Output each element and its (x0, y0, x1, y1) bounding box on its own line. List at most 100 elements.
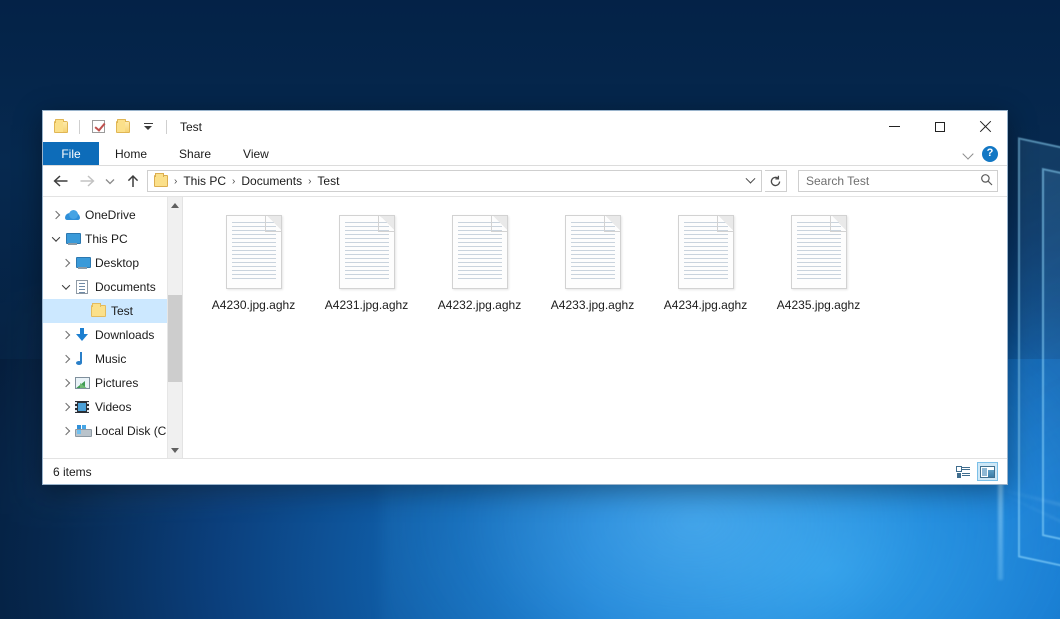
item-count-label: 6 items (53, 465, 92, 479)
list-item[interactable]: A4230.jpg.aghz (197, 211, 310, 337)
list-item[interactable]: A4233.jpg.aghz (536, 211, 649, 337)
title-bar: Test (43, 111, 1007, 142)
sidebar-item-label: Music (95, 352, 126, 366)
sidebar-item-label: Downloads (95, 328, 154, 342)
breadcrumb-item-documents[interactable]: Documents (237, 172, 306, 190)
file-name-label: A4233.jpg.aghz (551, 298, 634, 312)
expander-icon[interactable] (59, 280, 73, 294)
disk-icon (73, 425, 91, 437)
download-icon (73, 328, 91, 342)
sidebar-item-downloads[interactable]: Downloads (43, 323, 182, 347)
tab-file[interactable]: File (43, 142, 99, 165)
search-placeholder: Search Test (806, 174, 980, 188)
scrollbar-thumb[interactable] (168, 295, 183, 382)
music-icon (73, 352, 91, 366)
forward-button[interactable] (75, 169, 99, 193)
chevron-down-icon[interactable] (963, 148, 974, 159)
scroll-up-icon[interactable] (168, 197, 183, 213)
expander-icon[interactable] (59, 376, 73, 390)
breadcrumb[interactable]: › This PC › Documents › Test (147, 170, 762, 192)
sidebar-item-test[interactable]: Test (43, 299, 182, 323)
new-folder-icon[interactable] (113, 117, 133, 137)
expander-icon[interactable] (59, 400, 73, 414)
up-button[interactable] (121, 169, 145, 193)
video-icon (73, 401, 91, 413)
folder-icon (89, 305, 107, 317)
sidebar-item-pictures[interactable]: Pictures (43, 371, 182, 395)
expander-icon[interactable] (49, 232, 63, 246)
sidebar-item-videos[interactable]: Videos (43, 395, 182, 419)
refresh-button[interactable] (765, 170, 787, 192)
breadcrumb-separator: › (230, 176, 237, 187)
ribbon-tabstrip: File Home Share View ? (43, 142, 1007, 166)
large-icons-view-button[interactable] (977, 462, 998, 481)
sidebar-item-label: Test (111, 304, 133, 318)
help-icon[interactable]: ? (982, 146, 998, 162)
window-title: Test (180, 120, 202, 134)
generic-document-icon (339, 215, 395, 289)
sidebar-item-label: Pictures (95, 376, 138, 390)
folder-icon[interactable] (51, 117, 71, 137)
file-explorer-window: Test File Home Share View ? (42, 110, 1008, 485)
window-body: OneDrive This PC Desktop Documents Test (43, 196, 1007, 458)
sidebar-item-documents[interactable]: Documents (43, 275, 182, 299)
generic-document-icon (565, 215, 621, 289)
sidebar-item-label: Desktop (95, 256, 139, 270)
sidebar-item-this-pc[interactable]: This PC (43, 227, 182, 251)
view-mode-buttons (952, 462, 998, 481)
cloud-icon (63, 210, 81, 220)
address-dropdown-icon[interactable] (742, 171, 758, 191)
expander-icon[interactable] (59, 256, 73, 270)
scrollbar-track[interactable] (168, 213, 183, 442)
file-name-label: A4235.jpg.aghz (777, 298, 860, 312)
qat-separator-1 (79, 120, 80, 134)
navigation-pane-scrollbar[interactable] (167, 197, 182, 458)
expander-icon[interactable] (49, 208, 63, 222)
generic-document-icon (226, 215, 282, 289)
breadcrumb-separator: › (172, 176, 179, 187)
breadcrumb-item-this-pc[interactable]: This PC (179, 172, 230, 190)
caption-buttons (872, 111, 1007, 142)
generic-document-icon (678, 215, 734, 289)
close-button[interactable] (962, 111, 1007, 142)
file-name-label: A4231.jpg.aghz (325, 298, 408, 312)
recent-locations-icon[interactable] (101, 169, 119, 193)
status-bar: 6 items (43, 458, 1007, 484)
scroll-down-icon[interactable] (168, 442, 183, 458)
expander-icon[interactable] (59, 424, 73, 438)
minimize-button[interactable] (872, 111, 917, 142)
breadcrumb-item-test[interactable]: Test (313, 172, 343, 190)
pc-icon (63, 233, 81, 245)
documents-icon (73, 280, 91, 294)
list-item[interactable]: A4232.jpg.aghz (423, 211, 536, 337)
sidebar-item-music[interactable]: Music (43, 347, 182, 371)
expander-icon[interactable] (59, 352, 73, 366)
search-icon[interactable] (980, 173, 993, 189)
file-list-view[interactable]: A4230.jpg.aghz A4231.jpg.aghz A4232.jpg.… (183, 197, 1007, 458)
sidebar-item-local-disk[interactable]: Local Disk (C:) (43, 419, 182, 443)
tab-home[interactable]: Home (99, 142, 163, 165)
sidebar-item-desktop[interactable]: Desktop (43, 251, 182, 275)
list-item[interactable]: A4235.jpg.aghz (762, 211, 875, 337)
expander-icon[interactable] (59, 328, 73, 342)
address-bar: › This PC › Documents › Test Search Test (43, 166, 1007, 196)
list-item[interactable]: A4234.jpg.aghz (649, 211, 762, 337)
search-input[interactable]: Search Test (798, 170, 998, 192)
tab-share[interactable]: Share (163, 142, 227, 165)
sidebar-item-label: OneDrive (85, 208, 136, 222)
list-item[interactable]: A4231.jpg.aghz (310, 211, 423, 337)
details-view-button[interactable] (952, 462, 973, 481)
generic-document-icon (452, 215, 508, 289)
sidebar-item-onedrive[interactable]: OneDrive (43, 203, 182, 227)
breadcrumb-separator: › (306, 176, 313, 187)
pictures-icon (73, 377, 91, 389)
maximize-button[interactable] (917, 111, 962, 142)
chevron-down-icon[interactable] (138, 117, 158, 137)
tab-view[interactable]: View (227, 142, 285, 165)
desktop-icon (73, 257, 91, 269)
properties-icon[interactable] (88, 117, 108, 137)
back-button[interactable] (49, 169, 73, 193)
ribbon-right-controls: ? (963, 142, 1007, 165)
generic-document-icon (791, 215, 847, 289)
navigation-pane: OneDrive This PC Desktop Documents Test (43, 197, 183, 458)
